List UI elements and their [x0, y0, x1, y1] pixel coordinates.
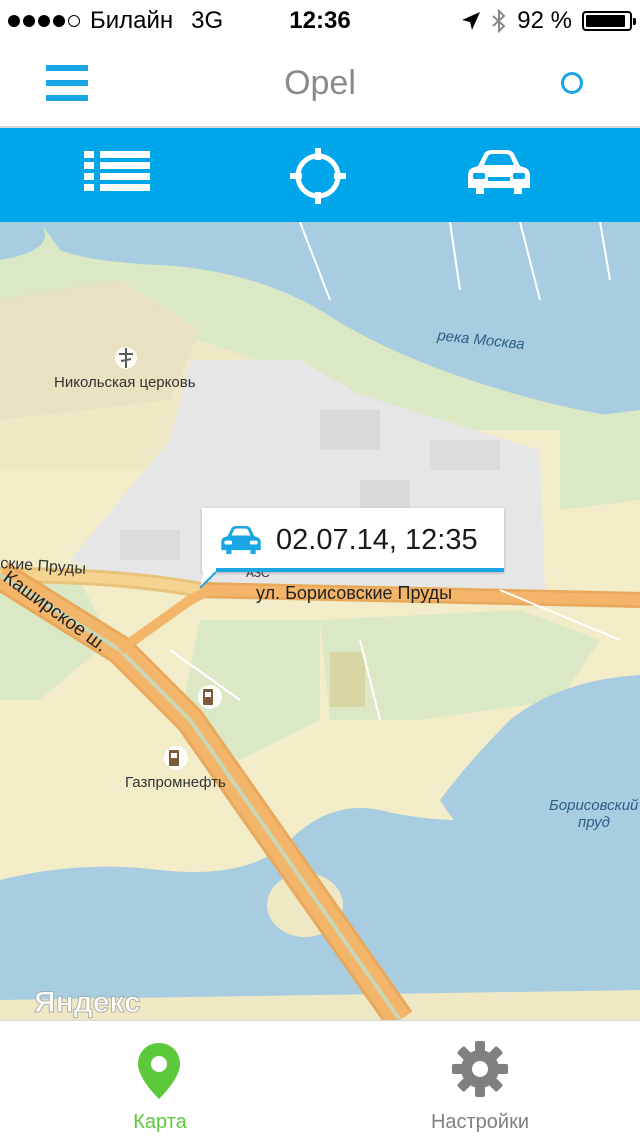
location-arrow-icon [462, 12, 481, 30]
tab-map-label: Карта [133, 1111, 187, 1133]
crosshair-icon [290, 148, 346, 204]
gas-station-icon [198, 685, 222, 709]
tab-settings[interactable]: Настройки [380, 1021, 580, 1137]
car-icon [221, 526, 261, 554]
car-icon [468, 150, 530, 194]
list-button[interactable] [80, 148, 160, 204]
list-icon [84, 151, 150, 191]
map-pin-icon [138, 1043, 180, 1099]
gas-station-icon [164, 746, 188, 770]
gas-station-label: Газпромнефть [125, 774, 226, 791]
bluetooth-icon [492, 9, 506, 33]
yandex-watermark: Яндекс [34, 986, 141, 1019]
navigation-bar: Opel [0, 40, 640, 128]
locate-button[interactable] [290, 148, 370, 204]
battery-percent: 92 % [517, 7, 572, 34]
popup-timestamp: 02.07.14, 12:35 [276, 524, 478, 556]
church-label: Никольская церковь [54, 374, 196, 391]
map-view[interactable]: река Москва Никольская церковь ские Пруд… [0, 222, 640, 1020]
status-right: 92 % [461, 7, 636, 35]
tab-settings-label: Настройки [430, 1111, 530, 1133]
car-location-popup[interactable]: 02.07.14, 12:35 [202, 508, 504, 572]
popup-pointer [199, 570, 217, 588]
map-canvas[interactable]: река Москва Никольская церковь ские Пруд… [0, 222, 640, 1020]
street-label: ул. Борисовские Пруды [256, 583, 452, 603]
map-toolbar [0, 128, 640, 222]
popup-underline [216, 568, 504, 572]
status-circle-button[interactable] [561, 72, 583, 94]
page-title: Opel [284, 64, 356, 102]
pond-label-line2: пруд [578, 814, 610, 831]
church-icon [115, 347, 137, 369]
tab-bar: Карта Настройки [0, 1020, 640, 1137]
gear-icon [452, 1041, 508, 1097]
battery-icon [582, 11, 636, 31]
pond-label-line1: Борисовский [549, 797, 639, 814]
car-button[interactable] [466, 148, 546, 204]
status-bar: Билайн 3G 12:36 92 % [0, 0, 640, 40]
tab-map[interactable]: Карта [60, 1021, 260, 1137]
